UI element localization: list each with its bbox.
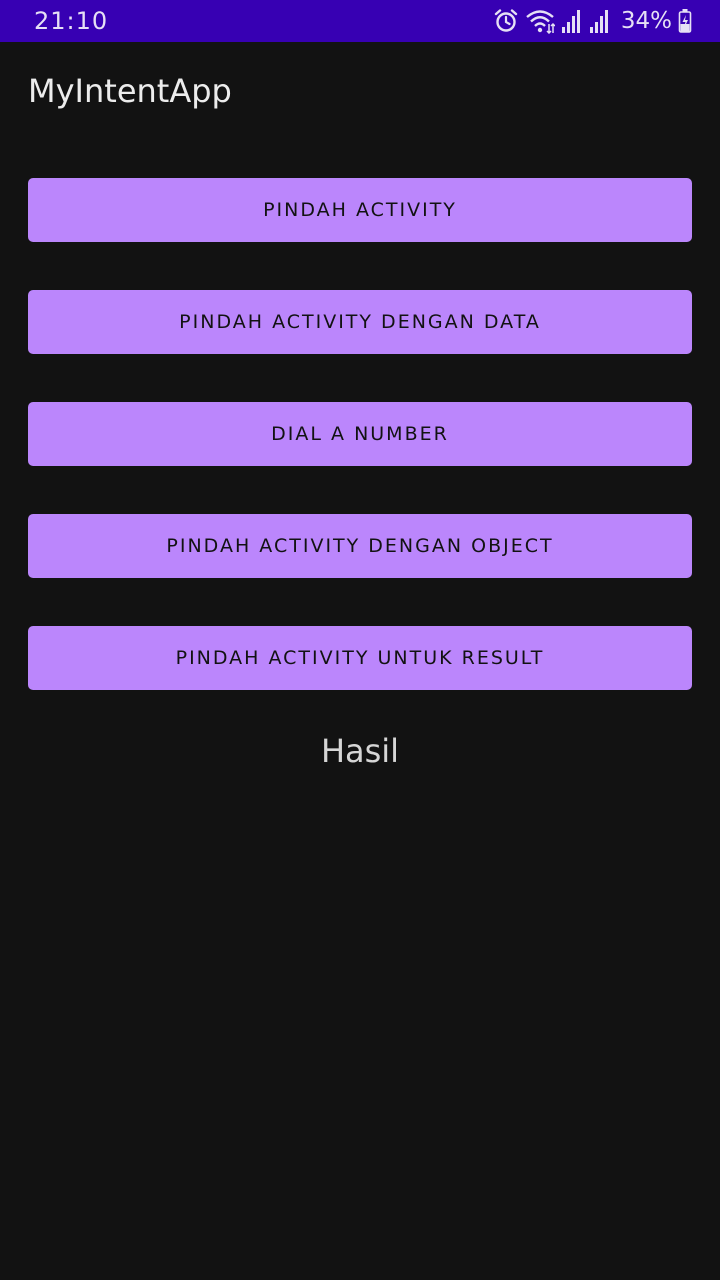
result-text: Hasil [320,732,400,770]
status-bar: 21:10 34% [0,0,720,42]
alarm-icon [493,8,519,34]
signal-icon [589,8,611,34]
status-time: 21:10 [34,7,109,35]
app-title: MyIntentApp [28,72,232,110]
pindah-activity-dengan-object-button[interactable]: PINDAH ACTIVITY DENGAN OBJECT [28,514,692,578]
signal-icon [561,8,583,34]
dial-a-number-button[interactable]: DIAL A NUMBER [28,402,692,466]
status-icons: 34% [493,8,692,34]
pindah-activity-dengan-data-button[interactable]: PINDAH ACTIVITY DENGAN DATA [28,290,692,354]
pindah-activity-untuk-result-button[interactable]: PINDAH ACTIVITY UNTUK RESULT [28,626,692,690]
pindah-activity-button[interactable]: PINDAH ACTIVITY [28,178,692,242]
battery-percent: 34% [620,8,672,34]
app-bar: MyIntentApp [0,42,720,142]
battery-charging-icon [678,8,692,34]
wifi-icon [525,8,555,34]
